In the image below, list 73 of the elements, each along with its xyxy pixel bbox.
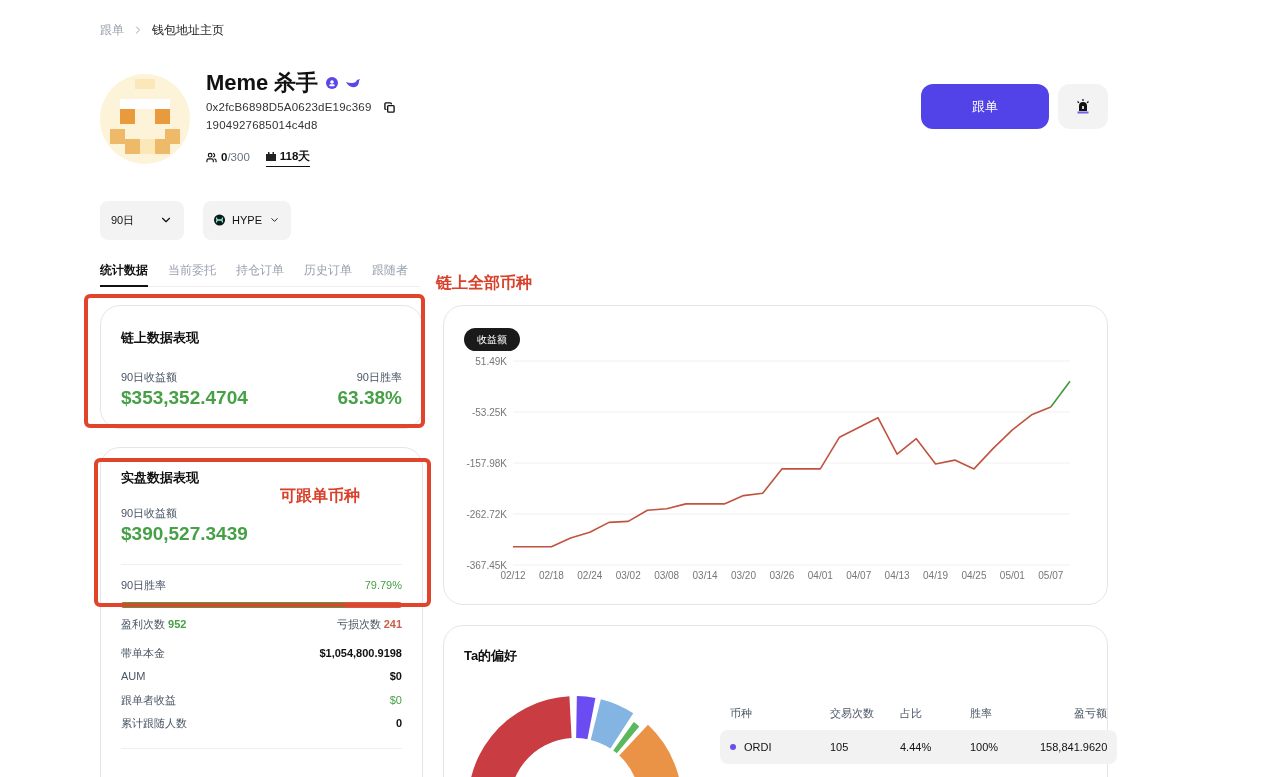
column-header: 盈亏额: [1073, 706, 1108, 722]
stat-value: $1,054,800.9198: [319, 645, 402, 661]
card-title: 链上数据表现: [121, 328, 200, 347]
winrate-label: 90日胜率: [356, 370, 402, 386]
calendar-icon: [265, 151, 276, 161]
table-cell-text: 105: [830, 739, 850, 755]
x-axis-label: 04/07: [846, 569, 872, 581]
profit-label: 90日收益额: [121, 506, 179, 522]
x-axis-label: 04/25: [961, 569, 987, 581]
x-axis-label: 05/07: [1038, 569, 1064, 581]
coin-dropdown[interactable]: HYPE: [203, 200, 291, 240]
x-axis-label: 05/01: [999, 569, 1025, 581]
x-axis-label: 02/24: [577, 569, 603, 581]
table-cell-text: 158,841.9620: [1040, 739, 1108, 755]
column-header: 币种: [730, 706, 753, 722]
breadcrumb-current: 钱包地址主页: [152, 22, 224, 39]
x-axis-label: 04/19: [923, 569, 949, 581]
whale-icon: [346, 78, 361, 88]
alert-button[interactable]: [1058, 84, 1108, 129]
annotation-label: 链上全部币种: [436, 273, 532, 293]
x-axis-label: 04/01: [807, 569, 833, 581]
active-days: 118天: [279, 147, 311, 165]
verified-badge-icon: [326, 77, 339, 89]
column-header: 胜率: [970, 706, 993, 722]
x-axis-label: 03/02: [615, 569, 641, 581]
users-icon: [206, 151, 217, 163]
table-row[interactable]: ORDI 105 4.44% 100% 158,841.9620: [720, 729, 1118, 764]
card-title: 实盘数据表现: [121, 468, 200, 487]
column-header: 占比: [900, 706, 923, 722]
x-axis-label: 03/26: [769, 569, 795, 581]
winrate-label: 90日胜率: [121, 577, 167, 593]
y-axis-label: -367.45K: [466, 559, 507, 571]
annotation-label: 可跟单币种: [280, 486, 360, 506]
stat-label: 跟单者收益: [121, 692, 176, 708]
x-axis-label: 02/18: [538, 569, 564, 581]
stat-value: 0: [395, 716, 402, 732]
siren-icon: [1076, 99, 1090, 114]
table-cell-text: 100%: [970, 739, 1000, 755]
copy-icon[interactable]: [383, 102, 395, 114]
stat-value: $0: [389, 692, 402, 708]
profit-value: $353,352.4704: [121, 385, 248, 410]
x-axis-label: 02/12: [500, 569, 526, 581]
x-axis-label: 03/20: [730, 569, 756, 581]
win-count: 盈利次数 952: [121, 617, 187, 633]
follower-count: 0/300: [221, 149, 250, 165]
stat-label: 带单本金: [121, 645, 165, 661]
tab[interactable]: 统计数据: [100, 260, 148, 287]
y-axis-label: -262.72K: [466, 508, 507, 520]
column-header: 交易次数: [830, 706, 875, 722]
table-cell-text: 4.44%: [900, 739, 933, 755]
coin-icon: [214, 213, 225, 228]
winrate-value: 79.79%: [364, 577, 402, 593]
trader-name: Meme 杀手: [206, 69, 319, 97]
coin-name: ORDI: [744, 739, 772, 755]
x-axis-label: 04/13: [884, 569, 910, 581]
wallet-address: 0x2fcB6898D5A0623dE19c369: [206, 100, 372, 115]
x-axis-label: 03/08: [654, 569, 680, 581]
stat-label: 累计跟随人数: [121, 716, 187, 732]
stat-label: AUM: [121, 669, 146, 685]
wallet-address: 1904927685014c4d8: [206, 118, 319, 134]
follow-button[interactable]: 跟单: [921, 84, 1049, 129]
chart-tag: 收益额: [464, 327, 520, 351]
period-dropdown[interactable]: 90日: [100, 200, 184, 240]
profit-value: $390,527.3439: [121, 521, 249, 546]
loss-count: 亏损次数 241: [336, 617, 402, 633]
y-axis-label: -53.25K: [471, 406, 507, 418]
card-title: Ta的偏好: [464, 646, 519, 665]
y-axis-label: -157.98K: [466, 457, 507, 469]
winrate-value: 63.38%: [337, 385, 402, 410]
x-axis-label: 03/14: [692, 569, 718, 581]
stat-value: $0: [389, 669, 402, 685]
profit-label: 90日收益额: [121, 370, 178, 386]
y-axis-label: 51.49K: [475, 355, 507, 367]
